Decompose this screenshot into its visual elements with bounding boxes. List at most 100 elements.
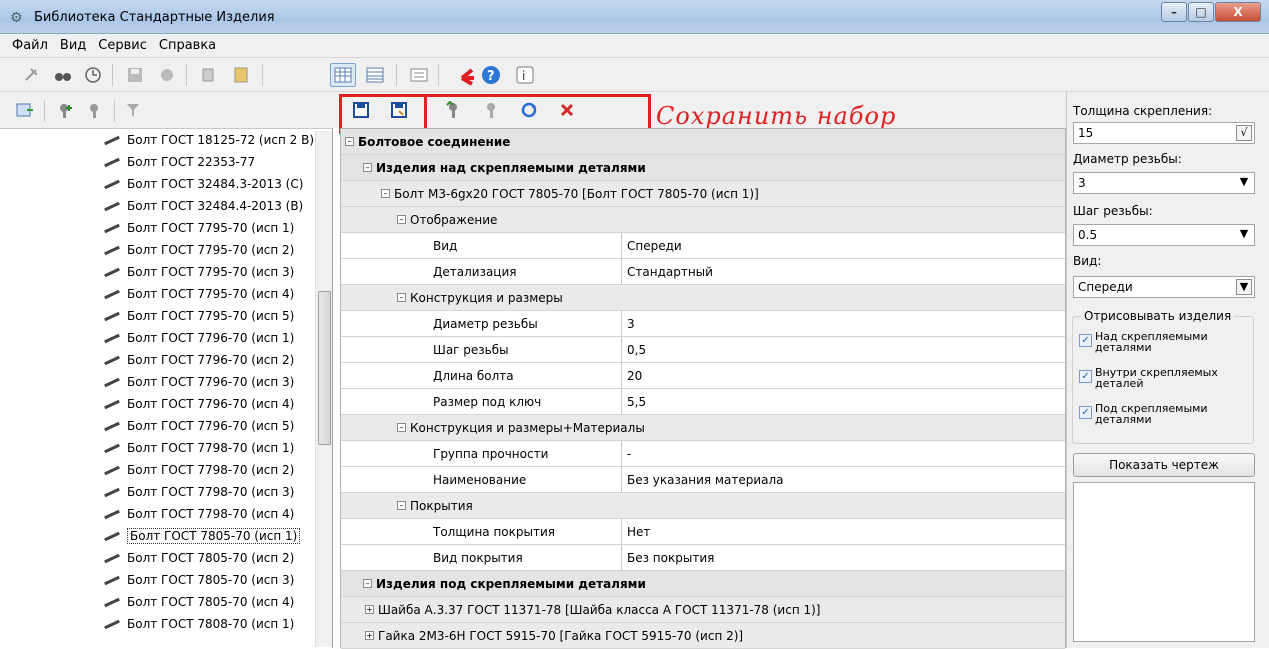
clock-icon[interactable] bbox=[80, 63, 106, 87]
tree-item[interactable]: Болт ГОСТ 7796-70 (исп 3) bbox=[104, 372, 294, 392]
grid-section-display[interactable]: – Отображение bbox=[341, 207, 1065, 233]
grid-section-coating[interactable]: – Покрытия bbox=[341, 493, 1065, 519]
collapse-icon[interactable]: – bbox=[397, 501, 406, 510]
chevron-down-icon[interactable]: ▼ bbox=[1236, 279, 1252, 295]
chk-below[interactable]: ✓ Под скрепляемыми деталями bbox=[1079, 403, 1253, 425]
grid-section-construct-materials[interactable]: – Конструкция и размеры+Материалы bbox=[341, 415, 1065, 441]
table-view-icon[interactable] bbox=[330, 63, 356, 87]
grid-row[interactable]: Шаг резьбы 0,5 bbox=[341, 337, 1065, 363]
grid-row[interactable]: Вид Спереди bbox=[341, 233, 1065, 259]
tree-item[interactable]: Болт ГОСТ 7796-70 (исп 1) bbox=[104, 328, 294, 348]
grid-washer-row[interactable]: + Шайба А.3.37 ГОСТ 11371-78 [Шайба класс… bbox=[341, 597, 1065, 623]
add-bolt-icon[interactable] bbox=[52, 98, 78, 122]
close-button[interactable]: X bbox=[1215, 2, 1261, 22]
grid-group-below[interactable]: – Изделия под скрепляемыми деталями bbox=[341, 571, 1065, 597]
tree-item[interactable]: Болт ГОСТ 7805-70 (исп 3) bbox=[104, 570, 294, 590]
tree-item[interactable]: Болт ГОСТ 7795-70 (исп 5) bbox=[104, 306, 294, 326]
menu-file[interactable]: Файл bbox=[6, 38, 54, 53]
minimize-button[interactable]: – bbox=[1161, 2, 1187, 22]
tree-item[interactable]: Болт ГОСТ 32484.3-2013 (С) bbox=[104, 174, 303, 194]
tree-item[interactable]: Болт ГОСТ 7808-70 (исп 1) bbox=[104, 614, 294, 634]
bolt-icon bbox=[104, 399, 122, 409]
tree-item[interactable]: Болт ГОСТ 7796-70 (исп 5) bbox=[104, 416, 294, 436]
bolt-icon bbox=[104, 223, 122, 233]
tree-item[interactable]: Болт ГОСТ 7796-70 (исп 2) bbox=[104, 350, 294, 370]
tree-item[interactable]: Болт ГОСТ 7798-70 (исп 1) bbox=[104, 438, 294, 458]
property-grid: – Болтовое соединение – Изделия над скрепл… bbox=[340, 128, 1066, 649]
checkbox-icon[interactable]: ✓ bbox=[1079, 406, 1092, 419]
grid-row[interactable]: Группа прочности - bbox=[341, 441, 1065, 467]
tree-item[interactable]: Болт ГОСТ 7796-70 (исп 4) bbox=[104, 394, 294, 414]
maximize-button[interactable]: □ bbox=[1188, 2, 1214, 22]
tree-item[interactable]: Болт ГОСТ 7798-70 (исп 4) bbox=[104, 504, 294, 524]
grid-row[interactable]: Размер под ключ 5,5 bbox=[341, 389, 1065, 415]
grid-nut-row[interactable]: + Гайка 2М3-6Н ГОСТ 5915-70 [Гайка ГОСТ 5… bbox=[341, 623, 1065, 649]
menu-help[interactable]: Справка bbox=[153, 38, 222, 53]
add-to-list-icon[interactable] bbox=[12, 98, 38, 122]
binoculars-icon[interactable] bbox=[50, 63, 76, 87]
tree-item[interactable]: Болт ГОСТ 18125-72 (исп 2 В) bbox=[104, 130, 314, 150]
tree-item[interactable]: Болт ГОСТ 7795-70 (исп 3) bbox=[104, 262, 294, 282]
tree-item[interactable]: Болт ГОСТ 7795-70 (исп 2) bbox=[104, 240, 294, 260]
info-icon[interactable]: i bbox=[512, 63, 538, 87]
bolt-icon bbox=[104, 531, 122, 541]
remove-bolt-icon[interactable] bbox=[82, 98, 108, 122]
bolt-icon bbox=[104, 509, 122, 519]
tree-item[interactable]: Болт ГОСТ 7798-70 (исп 2) bbox=[104, 460, 294, 480]
grid-row[interactable]: Толщина покрытия Нет bbox=[341, 519, 1065, 545]
chk-inside[interactable]: ✓ Внутри скрепляемых деталей bbox=[1079, 367, 1253, 389]
scroll-thumb[interactable] bbox=[318, 291, 331, 445]
chevron-down-icon[interactable]: ▼ bbox=[1236, 175, 1252, 191]
grid-section-construct[interactable]: – Конструкция и размеры bbox=[341, 285, 1065, 311]
grid-row[interactable]: Длина болта 20 bbox=[341, 363, 1065, 389]
show-drawing-button[interactable]: Показать чертеж bbox=[1073, 453, 1255, 477]
copy-icon[interactable] bbox=[196, 63, 222, 87]
collapse-icon[interactable]: – bbox=[397, 293, 406, 302]
collapse-icon[interactable]: – bbox=[381, 189, 390, 198]
collapse-icon[interactable]: – bbox=[345, 137, 354, 146]
thickness-input[interactable]: 15 √ bbox=[1073, 122, 1255, 144]
expand-icon[interactable]: + bbox=[365, 605, 374, 614]
grid-group-above[interactable]: – Изделия над скрепляемыми деталями bbox=[341, 155, 1065, 181]
tree-scrollbar[interactable] bbox=[315, 131, 332, 647]
diam-select[interactable]: 3 ▼ bbox=[1073, 172, 1255, 194]
grid-row[interactable]: Наименование Без указания материала bbox=[341, 467, 1065, 493]
help-icon[interactable]: ? bbox=[478, 63, 504, 87]
collapse-icon[interactable]: – bbox=[363, 163, 372, 172]
tree-item[interactable]: Болт ГОСТ 7805-70 (исп 2) bbox=[104, 548, 294, 568]
grid-row[interactable]: Вид покрытия Без покрытия bbox=[341, 545, 1065, 571]
tree-item[interactable]: Болт ГОСТ 32484.4-2013 (В) bbox=[104, 196, 303, 216]
tree-item[interactable]: Болт ГОСТ 22353-77 bbox=[104, 152, 255, 172]
chk-above[interactable]: ✓ Над скрепляемыми деталями bbox=[1079, 331, 1253, 353]
menu-service[interactable]: Сервис bbox=[92, 38, 153, 53]
tree-item[interactable]: Болт ГОСТ 7795-70 (исп 4) bbox=[104, 284, 294, 304]
grid-root[interactable]: – Болтовое соединение bbox=[341, 129, 1065, 155]
menu-view[interactable]: Вид bbox=[54, 38, 92, 53]
bolt-icon bbox=[104, 597, 122, 607]
expand-icon[interactable]: + bbox=[365, 631, 374, 640]
filter-icon[interactable] bbox=[120, 98, 146, 122]
save-disabled-icon[interactable] bbox=[122, 63, 148, 87]
checkbox-icon[interactable]: ✓ bbox=[1079, 370, 1092, 383]
pin-icon[interactable] bbox=[18, 63, 44, 87]
view-select[interactable]: Спереди ▼ bbox=[1073, 276, 1255, 298]
collapse-icon[interactable]: – bbox=[397, 423, 406, 432]
paste-icon[interactable] bbox=[228, 63, 254, 87]
list-view-icon[interactable] bbox=[362, 63, 388, 87]
tree-item[interactable]: Болт ГОСТ 7798-70 (исп 3) bbox=[104, 482, 294, 502]
chevron-down-icon[interactable]: ▼ bbox=[1236, 227, 1252, 243]
grid-bolt-row[interactable]: – Болт М3-6gx20 ГОСТ 7805-70 [Болт ГОСТ 7… bbox=[341, 181, 1065, 207]
tree-item-selected[interactable]: Болт ГОСТ 7805-70 (исп 1) bbox=[104, 526, 301, 546]
grid-row[interactable]: Детализация Стандартный bbox=[341, 259, 1065, 285]
pitch-select[interactable]: 0.5 ▼ bbox=[1073, 224, 1255, 246]
menu-bar: Файл Вид Сервис Справка bbox=[0, 34, 1269, 58]
gear-disabled-icon[interactable] bbox=[154, 63, 180, 87]
checkbox-icon[interactable]: ✓ bbox=[1079, 334, 1092, 347]
tree-item[interactable]: Болт ГОСТ 7795-70 (исп 1) bbox=[104, 218, 294, 238]
apply-check-icon[interactable]: √ bbox=[1236, 125, 1252, 141]
collapse-icon[interactable]: – bbox=[397, 215, 406, 224]
tree-item[interactable]: Болт ГОСТ 7805-70 (исп 4) bbox=[104, 592, 294, 612]
details-view-icon[interactable] bbox=[406, 63, 432, 87]
collapse-icon[interactable]: – bbox=[363, 579, 372, 588]
grid-row[interactable]: Диаметр резьбы 3 bbox=[341, 311, 1065, 337]
